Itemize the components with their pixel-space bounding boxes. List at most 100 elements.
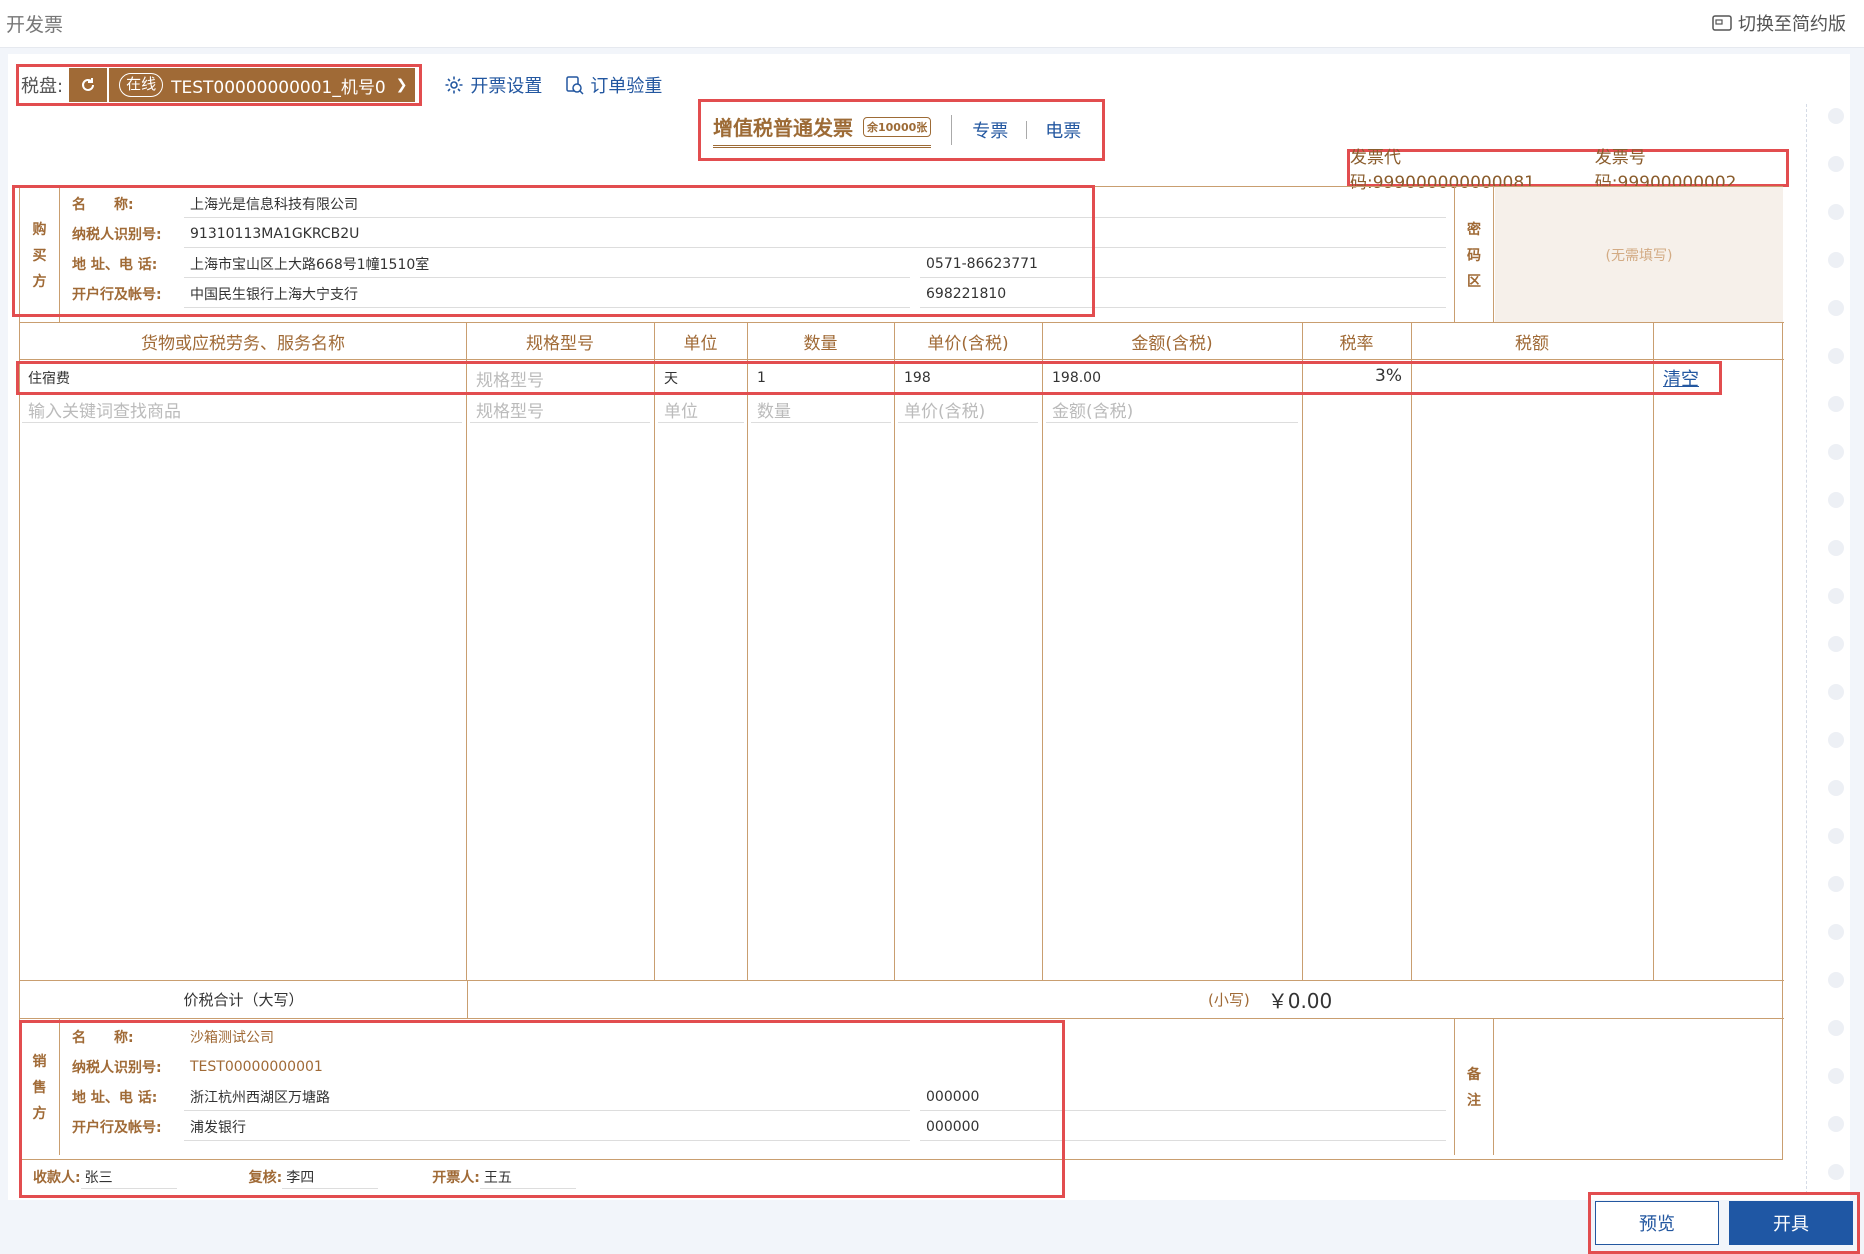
new-price-input[interactable]: 单价(含税) bbox=[898, 397, 1038, 423]
new-amount-input[interactable]: 金额(含税) bbox=[1046, 397, 1298, 423]
item-name-field[interactable]: 住宿费 bbox=[22, 365, 462, 391]
column-divider bbox=[894, 323, 895, 981]
column-header: 货物或应税劳务、服务名称 bbox=[141, 333, 345, 354]
clear-row-label: 清空 bbox=[1663, 369, 1699, 390]
tax-disk-dropdown[interactable]: TEST00000000001_机号0 bbox=[171, 73, 386, 98]
electronic-invoice-tab[interactable]: 电票 bbox=[1045, 117, 1081, 143]
invoice-settings-link[interactable]: 开票设置 bbox=[444, 72, 542, 98]
column-divider bbox=[466, 323, 467, 981]
rail-dot bbox=[1828, 1116, 1844, 1132]
side-char: 备 bbox=[1467, 1067, 1481, 1083]
invoice-type-normal-tab[interactable]: 增值税普通发票 余10000张 bbox=[713, 112, 932, 148]
tax-disk-selector: 税盘: 在线 TEST00000000001_机号0 ❯ bbox=[16, 64, 423, 106]
column-header: 数量 bbox=[803, 333, 838, 354]
rail-dot bbox=[1828, 876, 1844, 892]
perforation-rail bbox=[1806, 104, 1864, 1194]
invoice-type-title: 增值税普通发票 bbox=[713, 116, 853, 140]
rail-dot bbox=[1828, 828, 1844, 844]
switch-simple-label: 切换至简约版 bbox=[1738, 14, 1846, 35]
item-amount-field[interactable]: 198.00 bbox=[1046, 365, 1298, 391]
refresh-button[interactable] bbox=[69, 68, 110, 102]
column-header: 单位 bbox=[683, 333, 718, 354]
divider bbox=[951, 115, 953, 145]
rail-dot bbox=[1828, 396, 1844, 412]
seller-highlight bbox=[19, 1020, 1065, 1198]
item-search-input[interactable]: 输入关键词查找商品 bbox=[22, 397, 462, 423]
column-header: 金额(含税) bbox=[1131, 333, 1213, 354]
preview-button[interactable]: 预览 bbox=[1595, 1201, 1719, 1245]
document-check-icon bbox=[566, 76, 584, 95]
rail-dot bbox=[1828, 588, 1844, 604]
issue-button[interactable]: 开具 bbox=[1729, 1201, 1853, 1245]
side-char: 码 bbox=[1467, 247, 1481, 264]
rail-dot bbox=[1828, 252, 1844, 268]
rail-dot bbox=[1828, 444, 1844, 460]
tax-disk-label: 税盘: bbox=[21, 76, 64, 97]
rail-dot bbox=[1828, 1068, 1844, 1084]
rail-dot bbox=[1828, 780, 1844, 796]
new-spec-input[interactable]: 规格型号 bbox=[470, 397, 650, 423]
remark-field[interactable] bbox=[1496, 1019, 1782, 1155]
rail-dot bbox=[1828, 300, 1844, 316]
rail-dot bbox=[1828, 1164, 1844, 1180]
secret-area: (无需填写) bbox=[1495, 187, 1783, 322]
invoice-settings-label: 开票设置 bbox=[470, 76, 543, 97]
clear-row-link[interactable]: 清空 bbox=[1657, 365, 1717, 391]
column-divider bbox=[1653, 323, 1654, 981]
chevron-down-icon[interactable]: ❯ bbox=[396, 77, 408, 93]
rail-dot bbox=[1828, 348, 1844, 364]
column-divider bbox=[654, 323, 655, 981]
item-spec-field[interactable]: 规格型号 bbox=[470, 365, 650, 391]
invoice-type-switcher: 增值税普通发票 余10000张 专票 电票 bbox=[698, 99, 1105, 161]
toolbar: 税盘: 在线 TEST00000000001_机号0 ❯ 开票设置 订单验重 bbox=[16, 64, 662, 106]
remaining-badge: 余10000张 bbox=[863, 116, 932, 137]
column-header: 税率 bbox=[1339, 333, 1374, 354]
total-small-value: ￥0.00 bbox=[1267, 989, 1333, 1013]
rail-dot bbox=[1828, 924, 1844, 940]
total-row: 价税合计（大写） (小写) ￥0.00 bbox=[20, 981, 1784, 1019]
rail-dot bbox=[1828, 492, 1844, 508]
total-small-label: (小写) bbox=[1208, 991, 1250, 1009]
item-price-field[interactable]: 198 bbox=[898, 365, 1038, 391]
column-divider bbox=[1042, 323, 1043, 981]
total-uppercase-label: 价税合计（大写） bbox=[20, 981, 468, 1018]
buyer-highlight bbox=[12, 185, 1095, 317]
switch-simple-button[interactable]: 切换至简约版 bbox=[1712, 10, 1846, 36]
column-divider bbox=[747, 323, 748, 981]
column-header: 单价(含税) bbox=[927, 333, 1009, 354]
item-rate-field[interactable]: 3% bbox=[1306, 363, 1406, 389]
rail-dot bbox=[1828, 1020, 1844, 1036]
total-small: (小写) ￥0.00 bbox=[1208, 981, 1332, 1018]
column-divider bbox=[1302, 323, 1303, 981]
item-tax-field[interactable] bbox=[1415, 365, 1651, 391]
order-check-link[interactable]: 订单验重 bbox=[564, 72, 662, 98]
rail-dot bbox=[1828, 732, 1844, 748]
new-unit-input[interactable]: 单位 bbox=[658, 397, 744, 423]
items-table: 货物或应税劳务、服务名称 规格型号 单位 数量 单价(含税) 金额(含税) 税率… bbox=[16, 323, 1784, 981]
invoice-form: 购 买 方 名 称: 上海光是信息科技有限公司 纳税人识别号: 91310113… bbox=[16, 186, 1784, 1160]
invoice-codes: 发票代码:999000000000081 发票号码:99900000002 bbox=[1347, 148, 1789, 193]
footer-actions: 预览 开具 bbox=[1588, 1192, 1860, 1254]
rail-dot bbox=[1828, 684, 1844, 700]
remark-side-label: 备 注 bbox=[1454, 1019, 1494, 1155]
column-divider bbox=[1411, 323, 1412, 981]
item-unit-field[interactable]: 天 bbox=[658, 365, 744, 391]
side-char: 区 bbox=[1467, 273, 1481, 290]
side-char: 密 bbox=[1467, 221, 1481, 238]
header-divider bbox=[20, 359, 1784, 360]
page-title: 开发票 bbox=[6, 14, 64, 36]
order-check-label: 订单验重 bbox=[590, 76, 663, 97]
side-char: 注 bbox=[1467, 1093, 1481, 1109]
rail-dot bbox=[1828, 204, 1844, 220]
rail-dot bbox=[1828, 540, 1844, 556]
secret-side-label: 密 码 区 bbox=[1454, 187, 1494, 322]
gear-icon bbox=[445, 76, 463, 94]
rail-dot bbox=[1828, 636, 1844, 652]
new-qty-input[interactable]: 数量 bbox=[751, 397, 891, 423]
column-header: 税额 bbox=[1515, 333, 1549, 354]
item-qty-field[interactable]: 1 bbox=[751, 365, 891, 391]
switch-icon bbox=[1712, 15, 1732, 31]
top-bar: 开发票 切换至简约版 bbox=[0, 0, 1864, 48]
special-invoice-tab[interactable]: 专票 bbox=[972, 117, 1008, 143]
rail-dot bbox=[1828, 156, 1844, 172]
